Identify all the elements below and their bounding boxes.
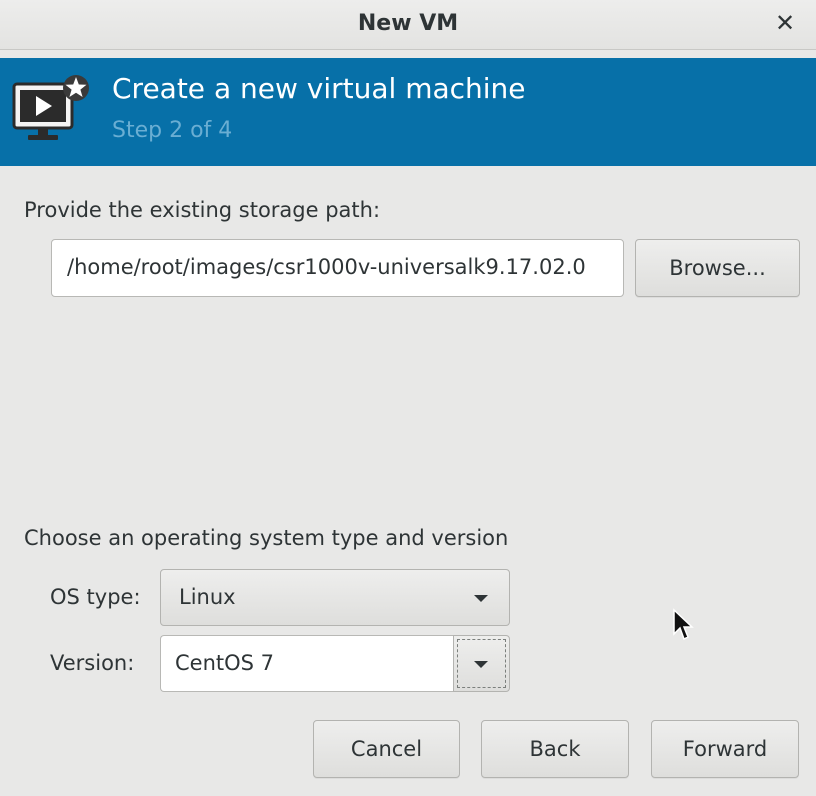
version-label: Version: — [50, 651, 135, 675]
storage-path-label: Provide the existing storage path: — [24, 198, 381, 222]
wizard-banner: Create a new virtual machine Step 2 of 4 — [0, 58, 816, 166]
storage-path-value: /home/root/images/csr1000v-universalk9.1… — [67, 255, 586, 279]
browse-button[interactable]: Browse... — [635, 239, 800, 297]
os-section-heading: Choose an operating system type and vers… — [24, 526, 509, 550]
banner-heading: Create a new virtual machine — [112, 72, 526, 105]
window-title: New VM — [357, 11, 459, 36]
close-icon[interactable]: ✕ — [772, 9, 798, 37]
back-button[interactable]: Back — [481, 720, 629, 778]
os-type-value: Linux — [179, 585, 236, 609]
mouse-pointer-icon — [673, 608, 694, 641]
version-value: CentOS 7 — [175, 651, 275, 675]
new-vm-dialog: New VM ✕ Create a new virtual machine St… — [0, 0, 816, 796]
storage-path-input[interactable]: /home/root/images/csr1000v-universalk9.1… — [51, 239, 624, 297]
step-indicator: Step 2 of 4 — [112, 118, 233, 143]
version-dropdown-button[interactable] — [453, 635, 510, 692]
version-input[interactable]: CentOS 7 — [160, 635, 453, 692]
os-type-dropdown[interactable]: Linux — [160, 569, 510, 626]
forward-button[interactable]: Forward — [651, 720, 799, 778]
vm-screen-icon — [12, 75, 89, 140]
chevron-down-icon — [474, 595, 488, 602]
os-type-label: OS type: — [50, 585, 141, 609]
chevron-down-icon — [474, 661, 488, 668]
cancel-button[interactable]: Cancel — [313, 720, 460, 778]
title-bar: New VM ✕ — [0, 0, 816, 50]
version-combobox: CentOS 7 — [160, 635, 510, 692]
